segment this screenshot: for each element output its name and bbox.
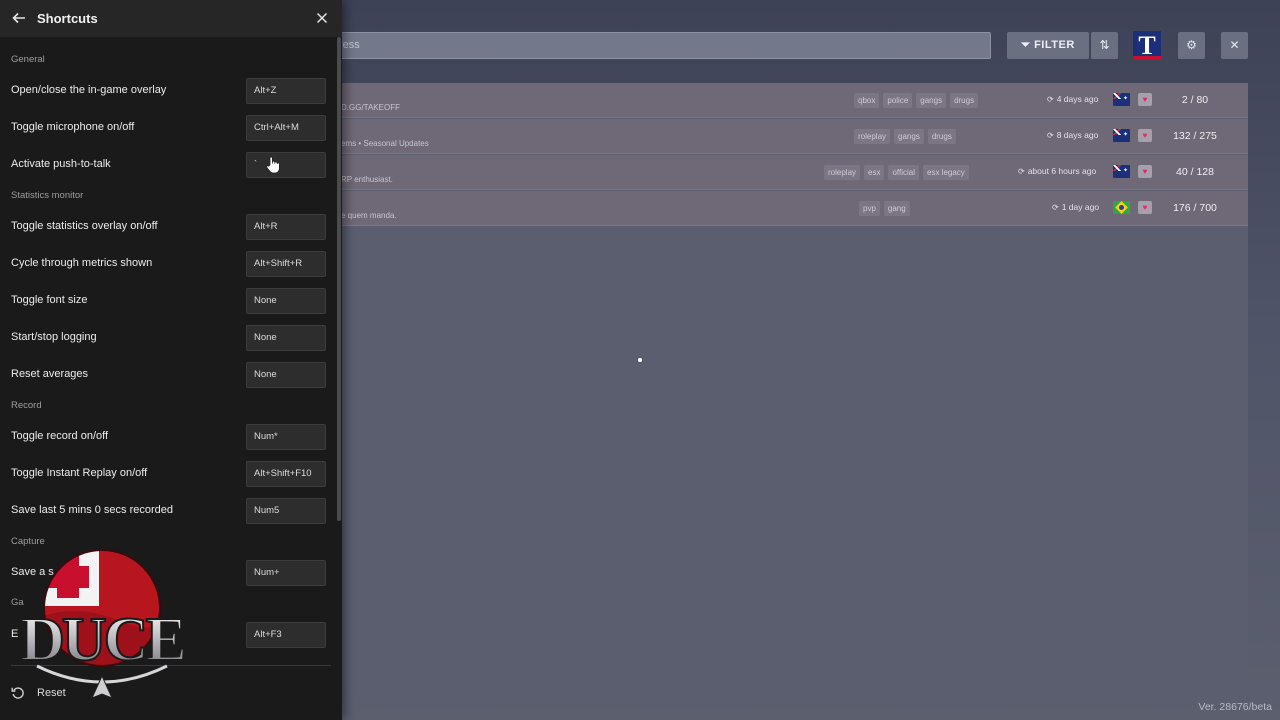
filter-button[interactable]: ⏷ FILTER: [1007, 32, 1089, 59]
server-list: D.GG/TAKEOFF qbox police gangs drugs ⟳ 4 …: [300, 83, 1248, 688]
flag-australia-icon: [1113, 93, 1130, 106]
server-description: D.GG/TAKEOFF: [341, 103, 400, 112]
sort-button[interactable]: ⇅: [1091, 32, 1118, 59]
version-label: Ver. 28676/beta: [1198, 701, 1272, 713]
player-count: 132 / 275: [1173, 130, 1217, 142]
close-browser-button[interactable]: ✕: [1221, 32, 1248, 59]
flag-australia-icon: [1113, 165, 1130, 178]
shortcut-label: Toggle statistics overlay on/off: [11, 220, 158, 232]
tag[interactable]: qbox: [854, 93, 880, 108]
player-count: 2 / 80: [1181, 94, 1209, 106]
shortcut-key-field[interactable]: Alt+Shift+R: [246, 251, 326, 277]
search-input[interactable]: ress: [300, 32, 991, 59]
tag[interactable]: drugs: [927, 129, 956, 144]
shortcut-key-field[interactable]: Num5: [246, 498, 326, 524]
shortcut-key-field[interactable]: `: [246, 152, 326, 178]
server-tags: roleplay esx official esx legacy: [824, 165, 969, 180]
tag[interactable]: esx: [864, 165, 885, 180]
server-tags: pvp gang: [859, 201, 910, 216]
flag-brazil-icon: [1113, 201, 1130, 214]
team-logo[interactable]: T: [1133, 31, 1161, 60]
shortcut-label: Open/close the in-game overlay: [11, 84, 167, 96]
filter-icon: ⏷: [1021, 39, 1035, 51]
back-arrow-icon[interactable]: [11, 10, 27, 26]
tag[interactable]: gangs: [916, 93, 947, 108]
clock-icon: ⟳: [1052, 203, 1059, 212]
tag[interactable]: pvp: [859, 201, 880, 216]
server-row[interactable]: e quem manda. pvp gang ⟳ 1 day ago ♥ 176 …: [300, 191, 1248, 226]
panel-header: Shortcuts: [0, 0, 342, 37]
favorite-heart-icon[interactable]: ♥: [1138, 165, 1152, 178]
shortcut-label: Toggle record on/off: [11, 430, 109, 442]
shortcut-label: Activate push-to-talk: [11, 158, 111, 170]
scrollbar-thumb[interactable]: [337, 37, 341, 521]
section-record: Record: [11, 400, 42, 411]
shortcut-key-field[interactable]: Num+: [246, 560, 326, 586]
flag-australia-icon: [1113, 129, 1130, 142]
shortcut-label: Toggle font size: [11, 294, 88, 306]
server-description: RP enthusiast.: [341, 175, 393, 184]
shortcut-key-field[interactable]: Ctrl+Alt+M: [246, 115, 326, 141]
tag[interactable]: roleplay: [854, 129, 891, 144]
player-count: 176 / 700: [1173, 202, 1217, 214]
gear-icon: ⚙: [1186, 38, 1197, 52]
favorite-heart-icon[interactable]: ♥: [1138, 201, 1152, 214]
last-updated: ⟳ 4 days ago: [1047, 94, 1099, 104]
settings-button[interactable]: ⚙: [1178, 32, 1205, 59]
server-row[interactable]: RP enthusiast. roleplay esx official esx…: [300, 155, 1248, 190]
logo-text: DUCE: [20, 606, 184, 674]
shortcut-key-field[interactable]: Alt+R: [246, 214, 326, 240]
clock-icon: ⟳: [1047, 131, 1054, 140]
tag[interactable]: gang: [883, 201, 910, 216]
shortcut-key-field[interactable]: None: [246, 325, 326, 351]
server-description: e quem manda.: [341, 211, 397, 220]
shortcut-key-field[interactable]: Alt+Z: [246, 78, 326, 104]
clock-icon: ⟳: [1047, 95, 1054, 104]
shortcut-key-field[interactable]: Num*: [246, 424, 326, 450]
server-tags: qbox police gangs drugs: [854, 93, 979, 108]
sort-icon: ⇅: [1099, 38, 1110, 52]
hand-cursor-icon: [266, 156, 280, 174]
shortcut-key-field[interactable]: None: [246, 362, 326, 388]
shortcut-label: Reset averages: [11, 368, 89, 380]
section-statistics-monitor: Statistics monitor: [11, 190, 84, 201]
tag[interactable]: drugs: [950, 93, 979, 108]
tag[interactable]: gangs: [894, 129, 924, 144]
duce-logo: DUCE: [19, 549, 187, 699]
server-description: ems • Seasonal Updates: [341, 139, 429, 148]
close-icon[interactable]: [316, 12, 328, 24]
server-row[interactable]: ems • Seasonal Updates roleplay gangs dr…: [300, 119, 1248, 154]
tag[interactable]: official: [888, 165, 919, 180]
shortcut-label: Cycle through metrics shown: [11, 257, 153, 269]
favorite-heart-icon[interactable]: ♥: [1138, 129, 1152, 142]
last-updated: ⟳ 8 days ago: [1047, 130, 1099, 140]
player-count: 40 / 128: [1176, 166, 1214, 178]
last-updated: ⟳ 1 day ago: [1052, 202, 1100, 212]
shortcut-label: Toggle Instant Replay on/off: [11, 467, 148, 479]
pointer-dot: [638, 358, 642, 362]
shortcut-label: Start/stop logging: [11, 331, 97, 343]
shortcut-label: Toggle microphone on/off: [11, 121, 135, 133]
scrollbar[interactable]: [337, 37, 341, 657]
server-tags: roleplay gangs drugs: [854, 129, 956, 144]
panel-title: Shortcuts: [37, 11, 98, 26]
tag[interactable]: esx legacy: [923, 165, 969, 180]
shortcut-label: Save last 5 mins 0 secs recorded: [11, 504, 174, 516]
section-general: General: [11, 54, 45, 65]
tag[interactable]: roleplay: [824, 165, 861, 180]
favorite-heart-icon[interactable]: ♥: [1138, 93, 1152, 106]
server-row[interactable]: D.GG/TAKEOFF qbox police gangs drugs ⟳ 4 …: [300, 83, 1248, 118]
close-icon: ✕: [1229, 38, 1240, 52]
shortcut-key-field[interactable]: Alt+Shift+F10: [246, 461, 326, 487]
last-updated: ⟳ about 6 hours ago: [1018, 166, 1097, 176]
shortcut-key-field[interactable]: Alt+F3: [246, 622, 326, 648]
section-capture: Capture: [11, 536, 45, 547]
clock-icon: ⟳: [1018, 167, 1025, 176]
shortcut-key-field[interactable]: None: [246, 288, 326, 314]
tag[interactable]: police: [883, 93, 913, 108]
